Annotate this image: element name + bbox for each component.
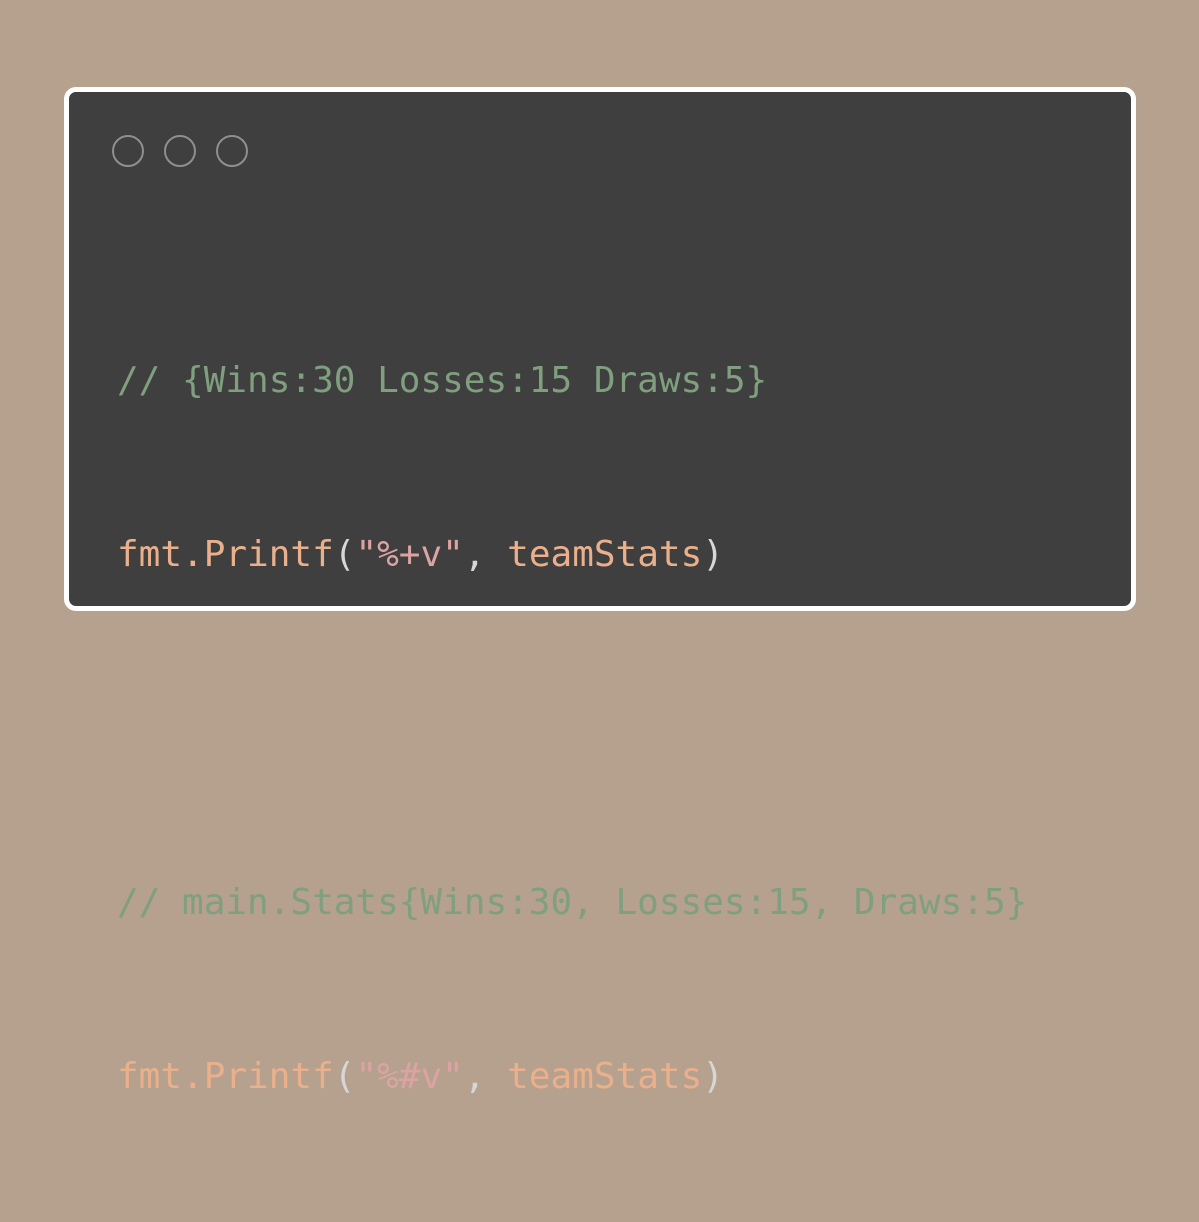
code-line-5: fmt.Printf("%#v", teamStats)	[117, 1048, 1027, 1106]
close-paren: )	[702, 534, 724, 575]
window-controls	[112, 135, 248, 167]
code-line-2: fmt.Printf("%+v", teamStats)	[117, 526, 1027, 584]
argument: teamStats	[507, 1056, 703, 1097]
argument: teamStats	[507, 534, 703, 575]
maximize-dot-icon[interactable]	[216, 135, 248, 167]
code-comment: // main.Stats{Wins:30, Losses:15, Draws:…	[117, 882, 1028, 923]
function-call: fmt.Printf	[117, 534, 334, 575]
arg-separator: ,	[463, 1056, 508, 1097]
open-paren: (	[333, 1056, 356, 1097]
minimize-dot-icon[interactable]	[164, 135, 196, 167]
code-block: // {Wins:30 Losses:15 Draws:5} fmt.Print…	[117, 236, 1027, 1222]
open-paren: (	[333, 534, 356, 575]
format-string: "%+v"	[355, 534, 464, 575]
code-comment: // {Wins:30 Losses:15 Draws:5}	[117, 360, 768, 401]
close-dot-icon[interactable]	[112, 135, 144, 167]
close-paren: )	[702, 1056, 724, 1097]
code-line-4: // main.Stats{Wins:30, Losses:15, Draws:…	[117, 874, 1027, 932]
arg-separator: ,	[463, 534, 508, 575]
code-window: // {Wins:30 Losses:15 Draws:5} fmt.Print…	[64, 87, 1136, 1097]
code-line-1: // {Wins:30 Losses:15 Draws:5}	[117, 352, 1027, 410]
format-string: "%#v"	[355, 1056, 464, 1097]
function-call: fmt.Printf	[117, 1056, 334, 1097]
